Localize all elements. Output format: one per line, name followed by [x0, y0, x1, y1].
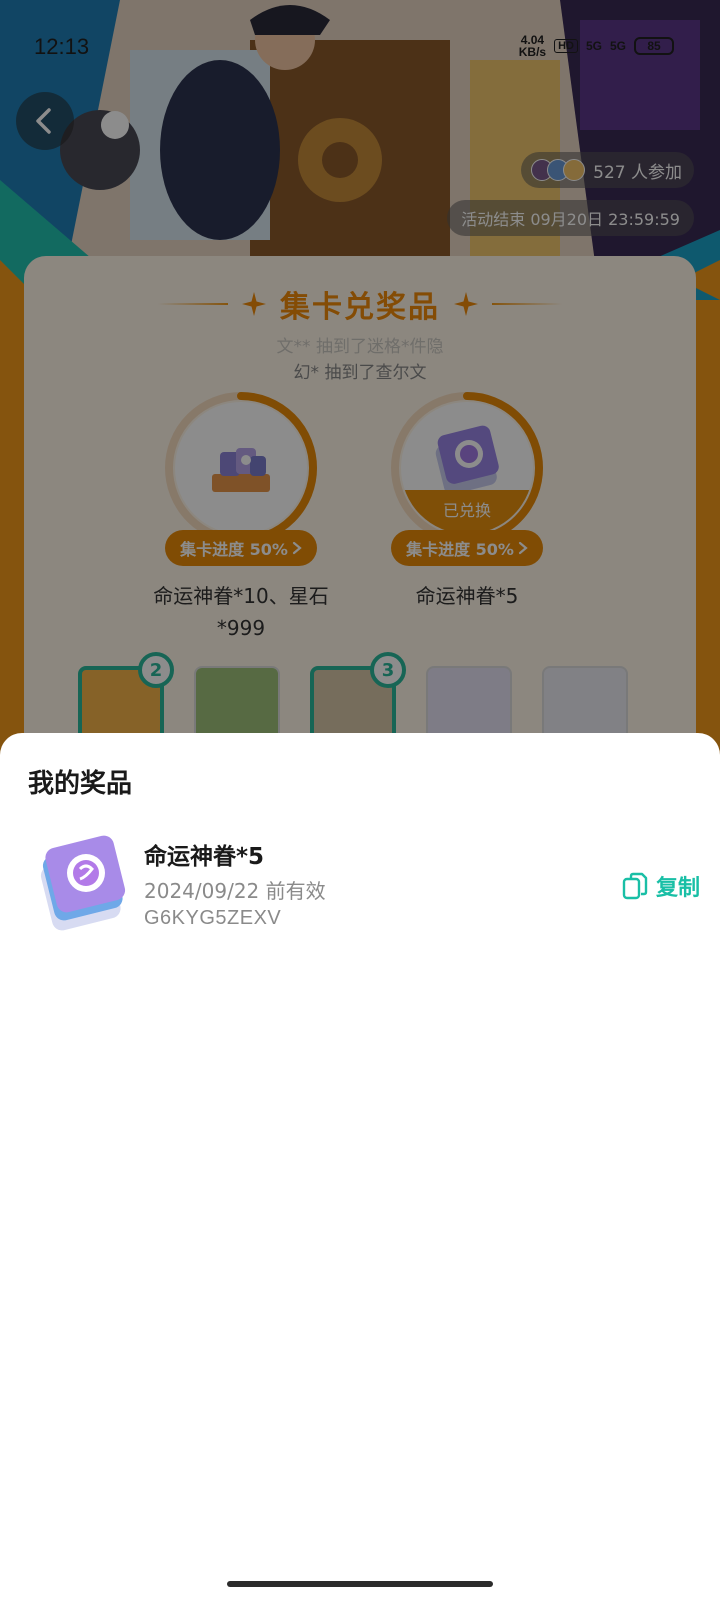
- copy-button[interactable]: 复制: [622, 869, 700, 903]
- activity-page: 12:13 4.04 KB/s HD 5G 5G 85 527 人参加 活动结束…: [0, 0, 720, 760]
- copy-label: 复制: [655, 876, 700, 901]
- home-indicator[interactable]: [227, 1581, 493, 1587]
- prize-list-item: 命运神眷*5 2024/09/22 前有效 G6KYG5ZEXV 复制: [28, 833, 700, 943]
- copy-icon: [622, 872, 648, 900]
- prize-item-expiry: 2024/09/22 前有效: [144, 879, 326, 903]
- prize-item-name: 命运神眷*5: [144, 844, 265, 870]
- my-prizes-sheet: 我的奖品 命运神眷*5 2024/09/22 前有效 G6KYG5ZEXV 复制: [0, 733, 720, 1600]
- redeem-code: G6KYG5ZEXV: [144, 907, 282, 929]
- modal-overlay[interactable]: [0, 0, 720, 760]
- destiny-ticket-icon: [40, 835, 126, 931]
- sheet-title: 我的奖品: [28, 769, 133, 799]
